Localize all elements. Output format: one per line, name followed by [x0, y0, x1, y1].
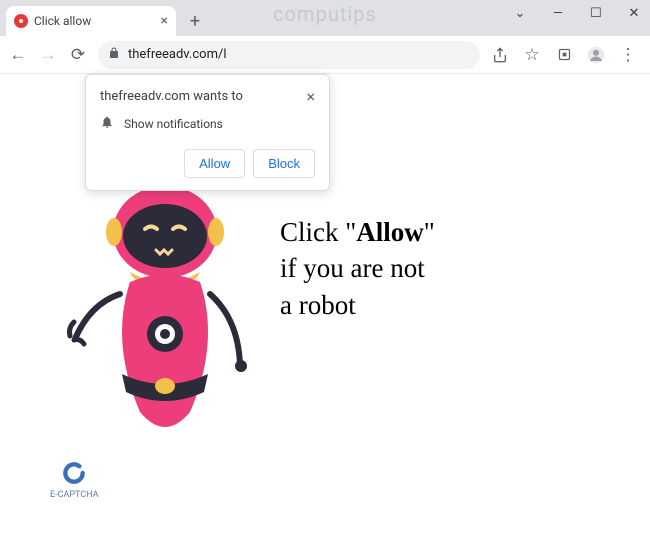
bookmark-star-icon[interactable]: ☆ — [522, 45, 542, 65]
popup-permission-label: Show notifications — [124, 117, 223, 131]
bell-icon — [100, 115, 114, 133]
back-button[interactable]: ← — [8, 45, 28, 65]
popup-close-icon[interactable]: × — [306, 89, 315, 105]
msg-line3: a robot — [280, 287, 435, 323]
url-text: thefreeadv.com/l — [128, 47, 227, 62]
block-button[interactable]: Block — [253, 149, 315, 178]
msg-line2: if you are not — [280, 250, 435, 286]
msg-line1-pre: Click " — [280, 217, 356, 247]
close-tab-icon[interactable]: × — [161, 13, 168, 29]
close-window-button[interactable]: ✕ — [624, 6, 644, 21]
share-icon[interactable] — [490, 45, 510, 65]
address-bar[interactable]: thefreeadv.com/l — [98, 41, 480, 69]
lock-icon — [108, 47, 120, 62]
window-titlebar: computips Click allow × + ⌄ — ☐ ✕ — [0, 0, 650, 36]
browser-toolbar: ← → ⟳ thefreeadv.com/l ☆ ⋮ — [0, 36, 650, 74]
maximize-button[interactable]: ☐ — [586, 6, 606, 21]
chevron-down-icon[interactable]: ⌄ — [510, 6, 530, 21]
tab-title: Click allow — [34, 14, 91, 28]
browser-tab[interactable]: Click allow × — [6, 6, 176, 36]
watermark-text: computips — [273, 2, 377, 26]
window-controls: ⌄ — ☐ ✕ — [510, 6, 644, 21]
popup-origin-text: thefreeadv.com wants to — [100, 89, 243, 104]
captcha-badge: E-CAPTCHA — [50, 460, 99, 500]
minimize-button[interactable]: — — [548, 6, 568, 21]
profile-icon[interactable] — [586, 45, 606, 65]
msg-line1-bold: Allow — [356, 217, 424, 247]
new-tab-button[interactable]: + — [182, 8, 208, 34]
msg-line1-post: " — [424, 217, 435, 247]
extensions-icon[interactable] — [554, 45, 574, 65]
page-content: thefreeadv.com wants to × Show notificat… — [0, 74, 650, 540]
captcha-label: E-CAPTCHA — [50, 490, 99, 500]
captcha-logo-icon — [61, 460, 87, 486]
forward-button: → — [38, 45, 58, 65]
notification-permission-popup: thefreeadv.com wants to × Show notificat… — [85, 74, 330, 191]
favicon-icon — [14, 14, 28, 28]
menu-icon[interactable]: ⋮ — [618, 45, 638, 65]
robot-image — [60, 164, 270, 464]
instruction-text: Click "Allow" if you are not a robot — [280, 214, 435, 323]
allow-button[interactable]: Allow — [184, 149, 245, 178]
reload-button[interactable]: ⟳ — [68, 45, 88, 65]
